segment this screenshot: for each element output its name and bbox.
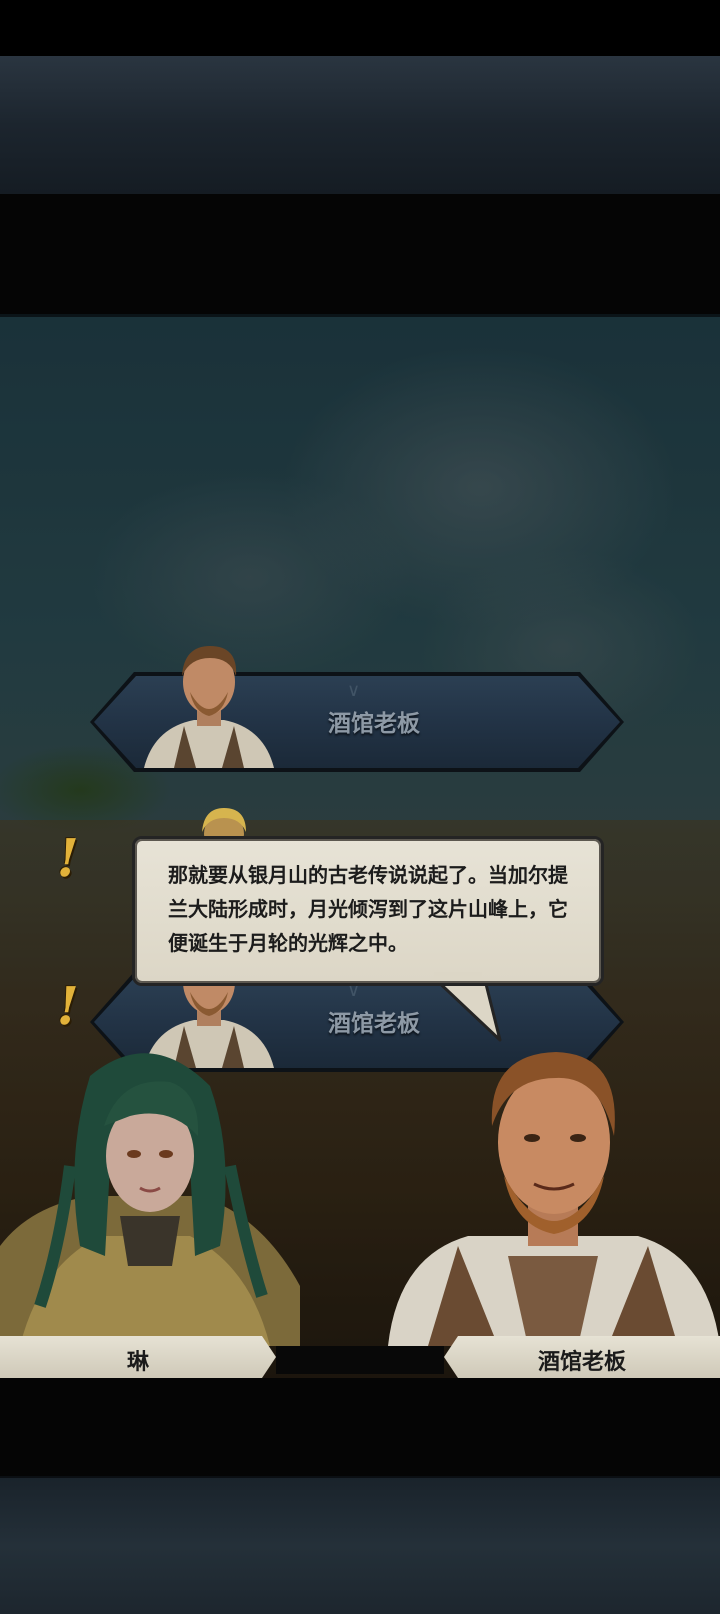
top-slate-panel [0,56,720,196]
right-character-nameplate: 酒馆老板 [444,1336,720,1378]
bottom-slate-panel [0,1476,720,1614]
left-character-name: 琳 [126,1350,149,1375]
innkeeper-portrait [388,1052,720,1346]
log-speaker-name: 酒馆老板 [328,711,420,737]
speech-bubble[interactable]: 那就要从银月山的古老传说说起了。当加尔提兰大陆形成时，月光倾泻到了这片山峰上，它… [132,836,604,1046]
top-black-band [0,0,720,56]
nameplate-divider [276,1346,444,1374]
letterbox-band-bottom [0,1378,720,1476]
letterbox-band [0,194,720,314]
log-entry[interactable]: ∨ 酒馆老板 [90,646,624,772]
innkeeper-avatar [144,646,274,768]
right-character-name: 酒馆老板 [537,1350,626,1375]
left-character-nameplate: 琳 [0,1336,276,1378]
chevron-down-icon: ∨ [347,680,361,701]
lin-portrait [0,1053,300,1346]
dialogue-text: 那就要从银月山的古老传说说起了。当加尔提兰大陆形成时，月光倾泻到了这片山峰上，它… [168,863,568,955]
